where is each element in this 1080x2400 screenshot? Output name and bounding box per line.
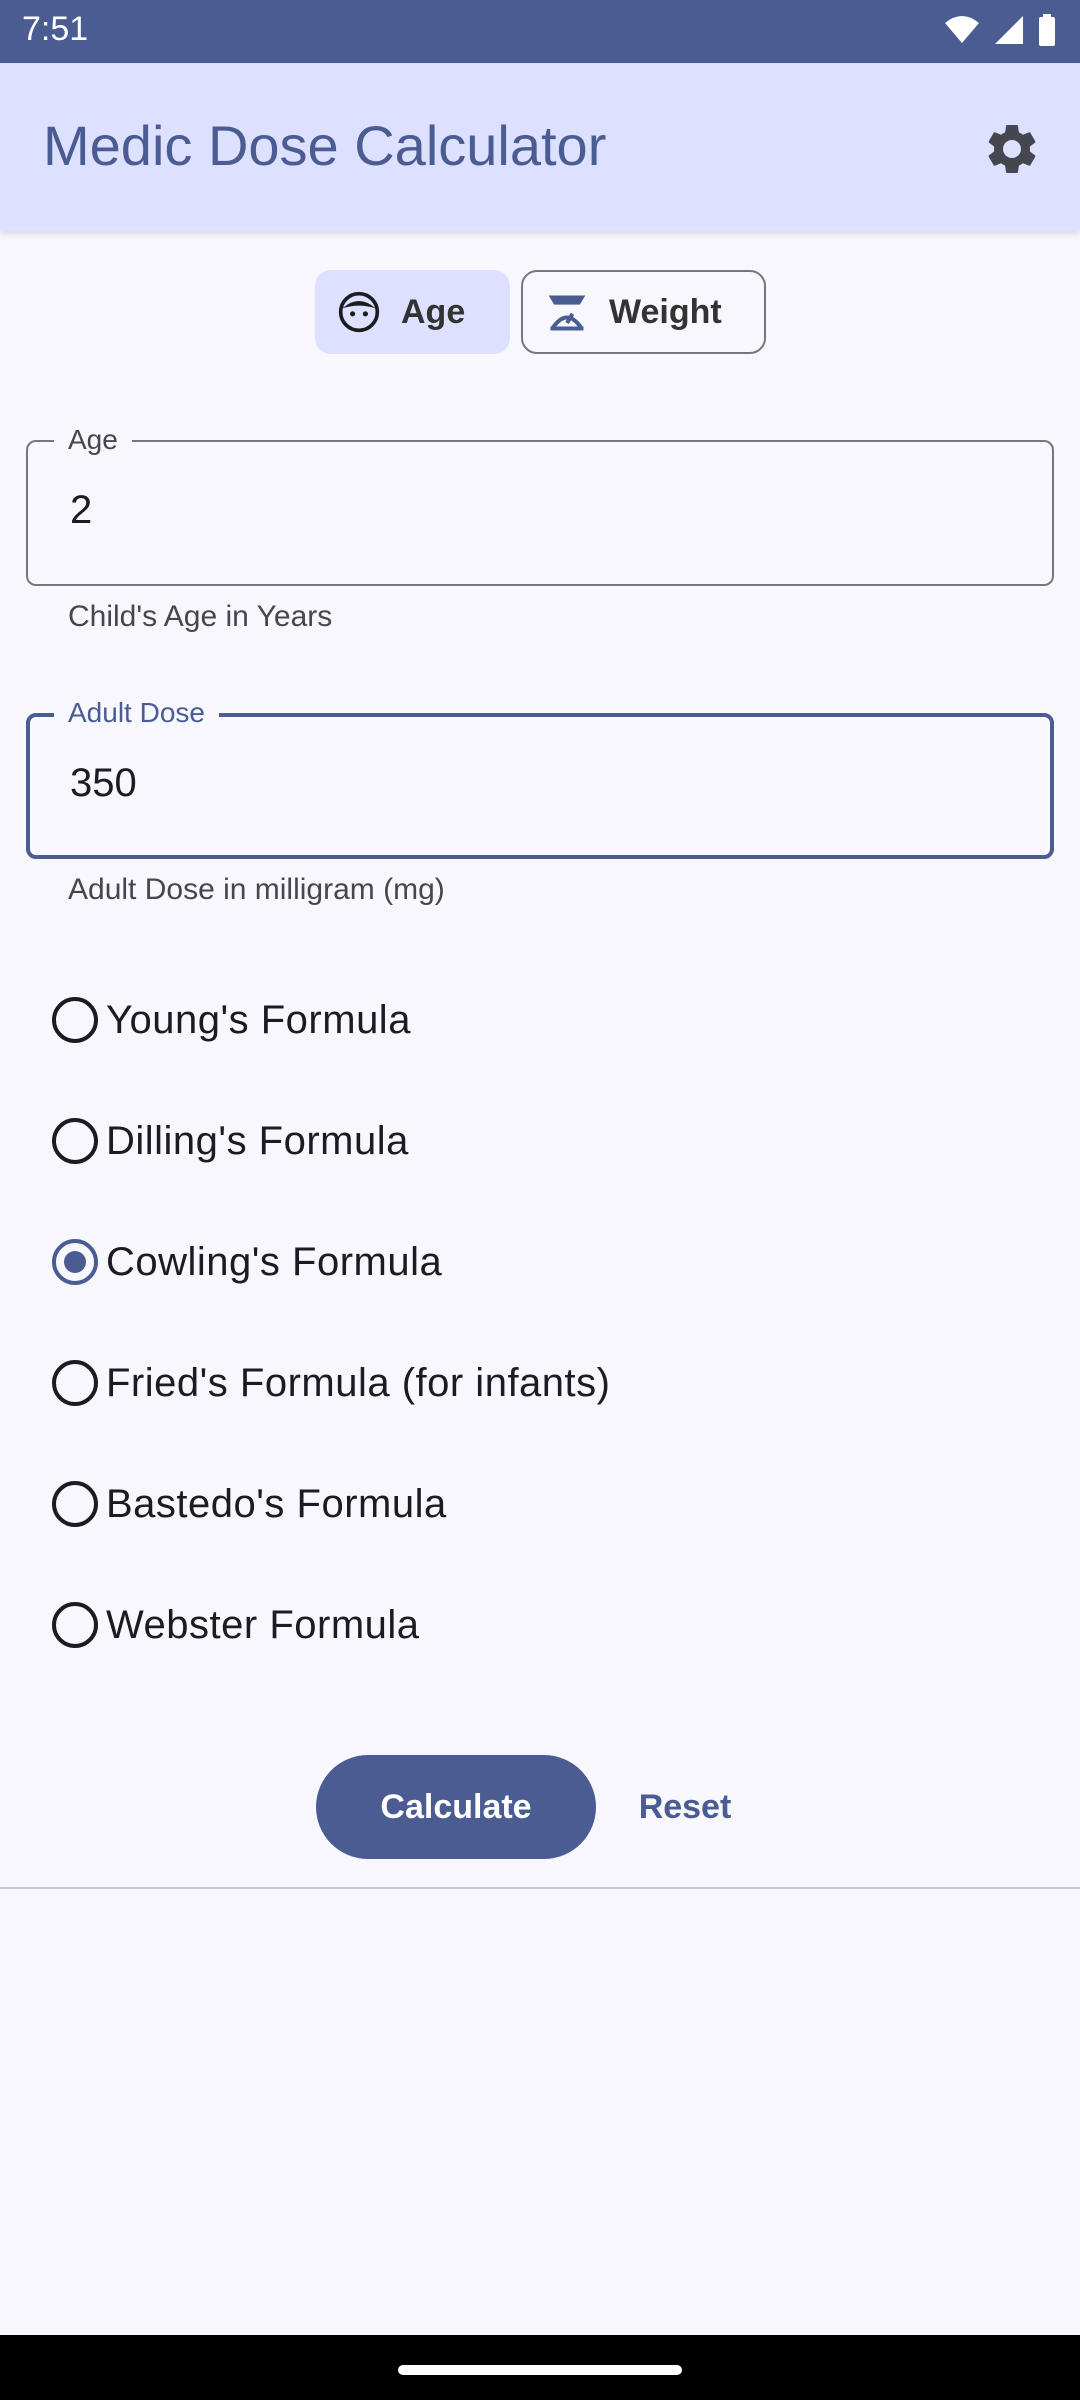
- radio-label: Young's Formula: [106, 997, 411, 1042]
- status-time: 7:51: [22, 10, 89, 48]
- radio-button-selected[interactable]: [52, 1239, 98, 1285]
- radio-frieds-formula[interactable]: Fried's Formula (for infants): [52, 1343, 610, 1423]
- adult-dose-field[interactable]: Adult Dose 350: [26, 697, 1054, 859]
- radio-label: Webster Formula: [106, 1602, 420, 1647]
- radio-label: Cowling's Formula: [106, 1239, 443, 1284]
- radio-label: Fried's Formula (for infants): [106, 1360, 611, 1405]
- radio-label: Bastedo's Formula: [106, 1481, 447, 1526]
- radio-dillings-formula[interactable]: Dilling's Formula: [52, 1101, 409, 1181]
- app-title: Medic Dose Calculator: [43, 114, 607, 177]
- navigation-bar: [0, 2335, 1080, 2400]
- mode-age-label: Age: [401, 292, 466, 331]
- radio-webster-formula[interactable]: Webster Formula: [52, 1585, 420, 1665]
- mode-age-button[interactable]: Age: [315, 270, 510, 354]
- age-helper-text: Child's Age in Years: [68, 600, 333, 633]
- radio-button[interactable]: [52, 1602, 98, 1648]
- radio-bastedos-formula[interactable]: Bastedo's Formula: [52, 1464, 447, 1544]
- radio-button[interactable]: [52, 1481, 98, 1527]
- calculate-button[interactable]: Calculate: [316, 1755, 596, 1859]
- signal-icon: [995, 16, 1023, 44]
- radio-button[interactable]: [52, 997, 98, 1043]
- mode-weight-label: Weight: [609, 292, 722, 331]
- settings-button[interactable]: [982, 119, 1042, 179]
- app-bar: Medic Dose Calculator: [0, 63, 1080, 231]
- age-field-label: Age: [54, 424, 132, 456]
- reset-button[interactable]: Reset: [620, 1755, 750, 1859]
- radio-button[interactable]: [52, 1118, 98, 1164]
- radio-youngs-formula[interactable]: Young's Formula: [52, 980, 411, 1060]
- wifi-icon: [945, 16, 979, 43]
- battery-icon: [1039, 14, 1055, 46]
- home-gesture-handle[interactable]: [398, 2365, 682, 2375]
- age-field-value[interactable]: 2: [70, 488, 92, 533]
- adult-dose-field-label: Adult Dose: [54, 697, 219, 729]
- mode-weight-button[interactable]: Weight: [521, 270, 766, 354]
- divider: [0, 1887, 1080, 1889]
- radio-button[interactable]: [52, 1360, 98, 1406]
- gear-icon: [988, 124, 1036, 173]
- radio-label: Dilling's Formula: [106, 1118, 409, 1163]
- child-face-icon: [338, 291, 380, 333]
- radio-cowlings-formula[interactable]: Cowling's Formula: [52, 1222, 442, 1302]
- adult-dose-helper-text: Adult Dose in milligram (mg): [68, 873, 445, 906]
- adult-dose-field-value[interactable]: 350: [70, 761, 137, 806]
- status-icons: [944, 14, 1056, 46]
- scale-icon: [548, 295, 586, 331]
- status-bar: 7:51: [0, 0, 1080, 63]
- age-field[interactable]: Age 2: [26, 424, 1054, 586]
